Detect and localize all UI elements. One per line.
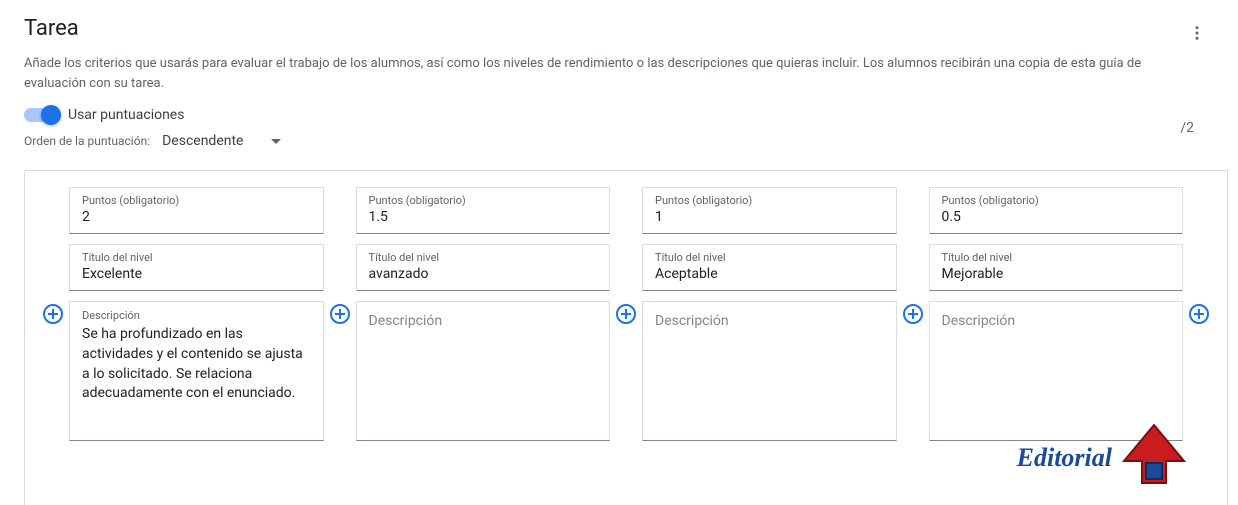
add-level-button[interactable] [324, 303, 356, 325]
order-select[interactable]: Descendente [162, 133, 281, 149]
description-field[interactable]: Descripción Se ha profundizado en las ac… [69, 301, 324, 441]
add-level-button[interactable] [897, 303, 929, 325]
description-field[interactable]: Descripción [929, 301, 1184, 441]
order-label: Orden de la puntuación: [24, 134, 150, 148]
add-level-after-button[interactable] [1183, 303, 1215, 325]
level-column: Puntos (obligatorio) 1 Título del nivel … [642, 187, 897, 441]
use-scores-toggle[interactable] [24, 108, 58, 122]
level-title-field[interactable]: Título del nivel Mejorable [929, 244, 1184, 291]
page-title: Tarea [24, 16, 79, 41]
points-field[interactable]: Puntos (obligatorio) 1 [642, 187, 897, 234]
use-scores-label: Usar puntuaciones [68, 107, 184, 123]
points-field[interactable]: Puntos (obligatorio) 2 [69, 187, 324, 234]
level-column: Puntos (obligatorio) 2 Título del nivel … [69, 187, 324, 441]
rubric-scroll-area[interactable]: Puntos (obligatorio) 2 Título del nivel … [24, 170, 1228, 505]
order-select-value: Descendente [162, 133, 243, 149]
points-field[interactable]: Puntos (obligatorio) 0.5 [929, 187, 1184, 234]
levels-row: Puntos (obligatorio) 2 Título del nivel … [33, 187, 1219, 441]
dropdown-icon [271, 139, 281, 144]
add-level-before-button[interactable] [37, 303, 69, 325]
more-options-button[interactable] [1180, 16, 1214, 54]
level-title-field[interactable]: Título del nivel avanzado [356, 244, 611, 291]
points-field[interactable]: Puntos (obligatorio) 1.5 [356, 187, 611, 234]
description-field[interactable]: Descripción [356, 301, 611, 441]
level-column: Puntos (obligatorio) 1.5 Título del nive… [356, 187, 611, 441]
add-level-button[interactable] [610, 303, 642, 325]
level-title-field[interactable]: Título del nivel Excelente [69, 244, 324, 291]
level-title-field[interactable]: Título del nivel Aceptable [642, 244, 897, 291]
level-column: Puntos (obligatorio) 0.5 Título del nive… [929, 187, 1184, 441]
page-subtitle: Añade los criterios que usarás para eval… [0, 54, 1180, 93]
total-score: /2 [1180, 120, 1214, 136]
description-field[interactable]: Descripción [642, 301, 897, 441]
